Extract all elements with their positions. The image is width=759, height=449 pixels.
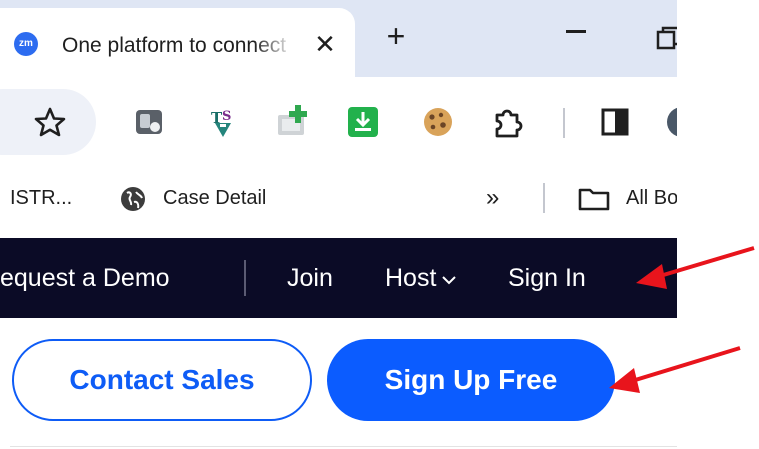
arrow-to-sign-up-icon [609, 346, 741, 393]
arrow-to-sign-in-icon [636, 246, 755, 289]
annotation-arrows [609, 246, 755, 393]
